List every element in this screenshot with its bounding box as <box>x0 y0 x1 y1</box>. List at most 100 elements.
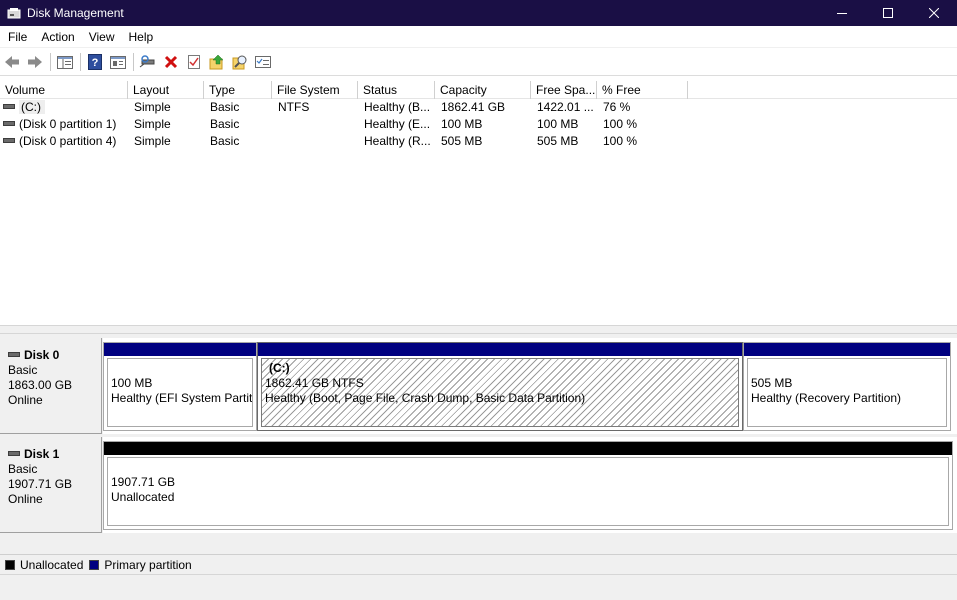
partition-status: Healthy (Recovery Partition) <box>751 391 902 405</box>
list-icon <box>255 56 271 68</box>
percent-free-cell: 100 % <box>603 134 638 148</box>
menu-view[interactable]: View <box>82 26 122 48</box>
show-hide-console-tree-icon <box>57 56 73 69</box>
volume-cell: (Disk 0 partition 4) <box>0 133 128 150</box>
toolbar: ? <box>0 49 957 76</box>
disk-partitions: 1907.71 GB Unallocated <box>103 437 957 533</box>
capacity-cell: 505 MB <box>441 134 483 148</box>
table-row[interactable]: (Disk 0 partition 1) Simple Basic Health… <box>0 116 957 133</box>
legend-item-unallocated: Unallocated <box>5 558 83 572</box>
volume-list: Volume Layout Type File System Status Ca… <box>0 81 957 325</box>
disk-name: Disk 0 <box>24 348 60 362</box>
partition-name: (C:) <box>269 361 290 375</box>
minimize-button[interactable] <box>819 0 865 26</box>
file-system-cell: NTFS <box>278 100 310 114</box>
status-bar <box>0 574 957 600</box>
partition-name <box>111 361 252 376</box>
menu-bar: File Action View Help <box>0 26 957 48</box>
partition-body: 1907.71 GB Unallocated <box>107 457 949 526</box>
list-button[interactable] <box>253 52 273 72</box>
disk-name-row: Disk 0 <box>8 348 101 363</box>
window-title: Disk Management <box>27 6 124 20</box>
help-button[interactable]: ? <box>85 52 105 72</box>
delete-icon <box>164 55 178 69</box>
maximize-icon <box>883 8 893 18</box>
column-header-row: Volume Layout Type File System Status Ca… <box>0 81 957 99</box>
partition-recovery[interactable]: 505 MB Healthy (Recovery Partition) <box>743 342 951 431</box>
unallocated-bar <box>104 442 952 455</box>
toolbar-separator <box>80 53 81 71</box>
menu-action[interactable]: Action <box>34 26 81 48</box>
drive-icon <box>3 138 15 144</box>
help-icon: ? <box>88 54 102 70</box>
partition-status: Healthy (Boot, Page File, Crash Dump, Ba… <box>265 391 586 405</box>
partition-unallocated[interactable]: 1907.71 GB Unallocated <box>103 441 953 530</box>
disk-info[interactable]: Disk 0 Basic 1863.00 GB Online <box>0 338 102 434</box>
forward-icon <box>28 56 42 68</box>
table-row[interactable]: (Disk 0 partition 4) Simple Basic Health… <box>0 133 957 150</box>
back-button[interactable] <box>2 52 22 72</box>
layout-cell: Simple <box>134 100 171 114</box>
disk-row-0[interactable]: Disk 0 Basic 1863.00 GB Online 100 MB He… <box>0 338 957 434</box>
primary-partition-bar <box>104 343 256 356</box>
primary-partition-bar <box>258 343 742 356</box>
partition-c[interactable]: (C:) 1862.41 GB NTFS Healthy (Boot, Page… <box>257 342 743 431</box>
disk-info[interactable]: Disk 1 Basic 1907.71 GB Online <box>0 437 102 533</box>
disk-name-row: Disk 1 <box>8 447 101 462</box>
file-system-cell <box>272 133 358 150</box>
connect-icon <box>139 55 155 68</box>
toolbar-separator <box>133 53 134 71</box>
type-cell: Basic <box>210 100 240 114</box>
disk-row-1[interactable]: Disk 1 Basic 1907.71 GB Online 1907.71 G… <box>0 437 957 533</box>
pane-splitter[interactable] <box>0 325 957 334</box>
forward-button[interactable] <box>25 52 45 72</box>
minimize-icon <box>837 13 847 14</box>
legend: Unallocated Primary partition <box>0 554 957 574</box>
file-system-cell <box>272 116 358 133</box>
connect-button[interactable] <box>138 52 158 72</box>
check-button[interactable] <box>184 52 204 72</box>
disk-size: 1863.00 GB <box>8 378 73 392</box>
legend-label: Unallocated <box>20 557 84 572</box>
free-space-cell: 1422.01 ... <box>537 100 594 114</box>
percent-free-cell: 100 % <box>603 117 638 131</box>
layout-cell: Simple <box>134 117 171 131</box>
svg-text:?: ? <box>92 57 99 69</box>
maximize-button[interactable] <box>865 0 911 26</box>
free-space-cell: 100 MB <box>537 117 579 131</box>
column-header-file-system[interactable]: File System <box>272 81 358 99</box>
volume-cell: (C:) <box>0 99 128 116</box>
primary-partition-bar <box>744 343 950 356</box>
close-button[interactable] <box>911 0 957 26</box>
status-cell: Healthy (R... <box>364 134 431 148</box>
search-button[interactable] <box>230 52 250 72</box>
column-header-volume[interactable]: Volume <box>0 81 128 99</box>
partition-efi[interactable]: 100 MB Healthy (EFI System Partiti <box>103 342 257 431</box>
column-header-capacity[interactable]: Capacity <box>435 81 531 99</box>
partition-status: Unallocated <box>111 490 175 504</box>
up-folder-button[interactable] <box>207 52 227 72</box>
delete-button[interactable] <box>161 52 181 72</box>
type-cell: Basic <box>210 117 240 131</box>
partition-size: 1862.41 GB NTFS <box>265 376 364 390</box>
properties-button[interactable] <box>108 52 128 72</box>
column-header-status[interactable]: Status <box>358 81 435 99</box>
column-header-percent-free[interactable]: % Free <box>597 81 688 99</box>
free-space-cell: 505 MB <box>537 134 579 148</box>
menu-file[interactable]: File <box>0 26 34 48</box>
close-icon <box>929 8 939 18</box>
unallocated-swatch <box>5 559 15 570</box>
column-header-layout[interactable]: Layout <box>128 81 204 99</box>
show-hide-console-tree-button[interactable] <box>55 52 75 72</box>
menu-help[interactable]: Help <box>122 26 161 48</box>
status-cell: Healthy (B... <box>364 100 431 114</box>
capacity-cell: 100 MB <box>441 117 483 131</box>
toolbar-separator <box>50 53 51 71</box>
disk-partitions: 100 MB Healthy (EFI System Partiti (C:) … <box>103 338 957 434</box>
partition-body: 100 MB Healthy (EFI System Partiti <box>107 358 253 427</box>
disk-type: Basic <box>8 462 38 476</box>
up-folder-icon <box>209 54 224 70</box>
table-row[interactable]: (C:) Simple Basic NTFS Healthy (B... 186… <box>0 99 957 116</box>
column-header-free-space[interactable]: Free Spa... <box>531 81 597 99</box>
column-header-type[interactable]: Type <box>204 81 272 99</box>
